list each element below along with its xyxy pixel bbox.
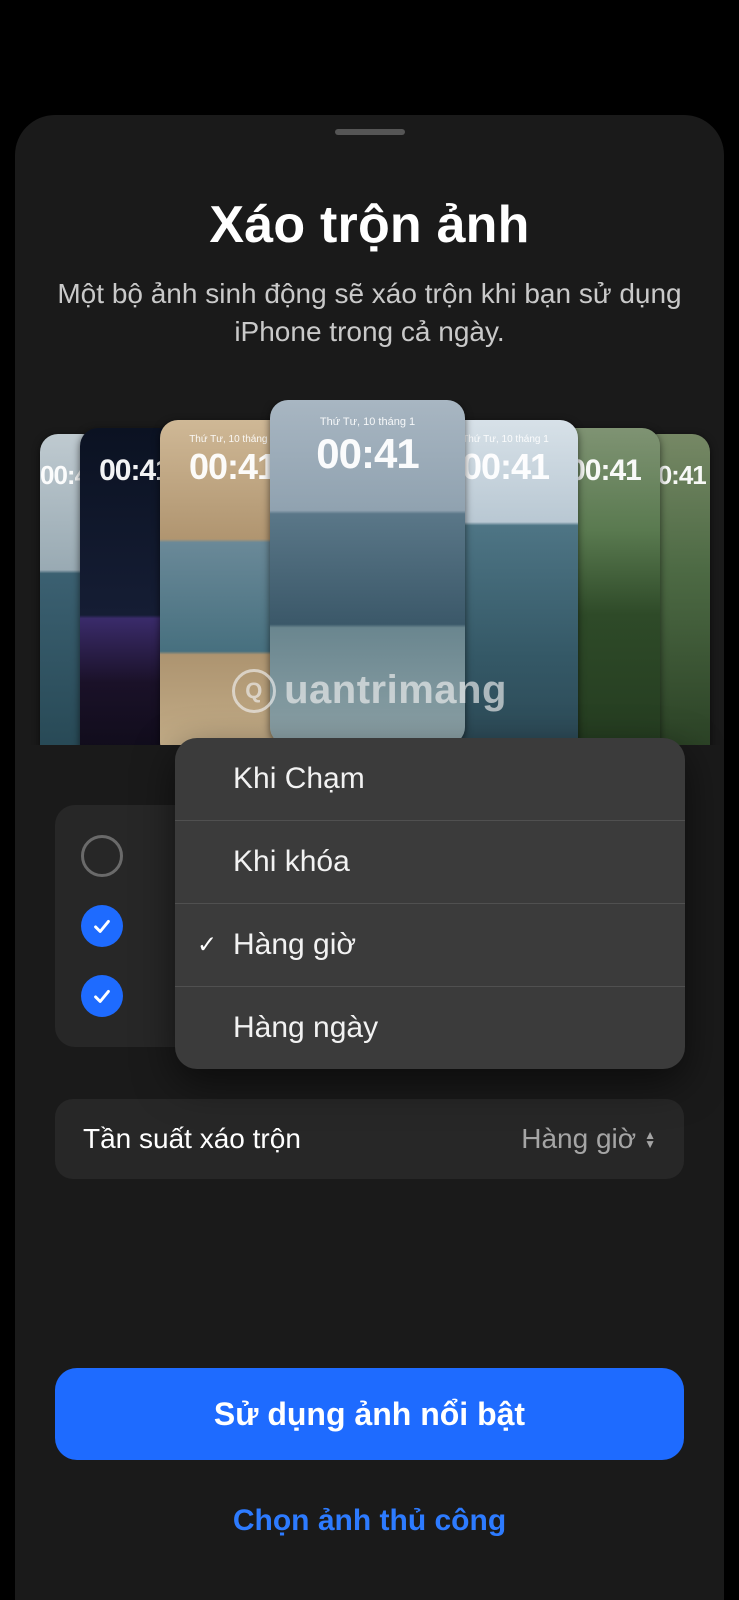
page-title: Xáo trộn ảnh: [15, 195, 724, 255]
frequency-popup-menu: Khi Chạm Khi khóa ✓ Hàng giờ Hàng ngày: [175, 738, 685, 1069]
bottom-sheet: Xáo trộn ảnh Một bộ ảnh sinh động sẽ xáo…: [15, 115, 724, 1600]
page-subtitle: Một bộ ảnh sinh động sẽ xáo trộn khi bạn…: [45, 275, 694, 351]
use-featured-photos-button[interactable]: Sử dụng ảnh nổi bật: [55, 1368, 684, 1460]
frequency-value: Hàng giờ ▲▼: [521, 1123, 656, 1155]
checkbox-checked-icon[interactable]: [81, 975, 123, 1017]
popup-item-on-tap[interactable]: Khi Chạm: [175, 738, 685, 821]
popup-item-on-lock[interactable]: Khi khóa: [175, 821, 685, 904]
checkmark-icon: ✓: [197, 931, 217, 960]
choose-manually-button[interactable]: Chọn ảnh thủ công: [15, 1504, 724, 1538]
up-down-chevron-icon: ▲▼: [644, 1131, 656, 1148]
popup-item-hourly[interactable]: ✓ Hàng giờ: [175, 904, 685, 987]
shuffle-frequency-row[interactable]: Tần suất xáo trộn Hàng giờ ▲▼: [55, 1099, 684, 1179]
popup-item-daily[interactable]: Hàng ngày: [175, 987, 685, 1069]
sheet-grabber[interactable]: [335, 129, 405, 135]
wallpaper-card-main[interactable]: Thứ Tư, 10 tháng 1 00:41: [270, 400, 465, 745]
checkbox-checked-icon[interactable]: [81, 905, 123, 947]
checkbox-unchecked-icon[interactable]: [81, 835, 123, 877]
frequency-label: Tần suất xáo trộn: [83, 1123, 301, 1155]
wallpaper-card-stack: 00:41 00:41 Thứ Tư, 10 tháng 1 00:41 Thứ…: [15, 400, 724, 745]
